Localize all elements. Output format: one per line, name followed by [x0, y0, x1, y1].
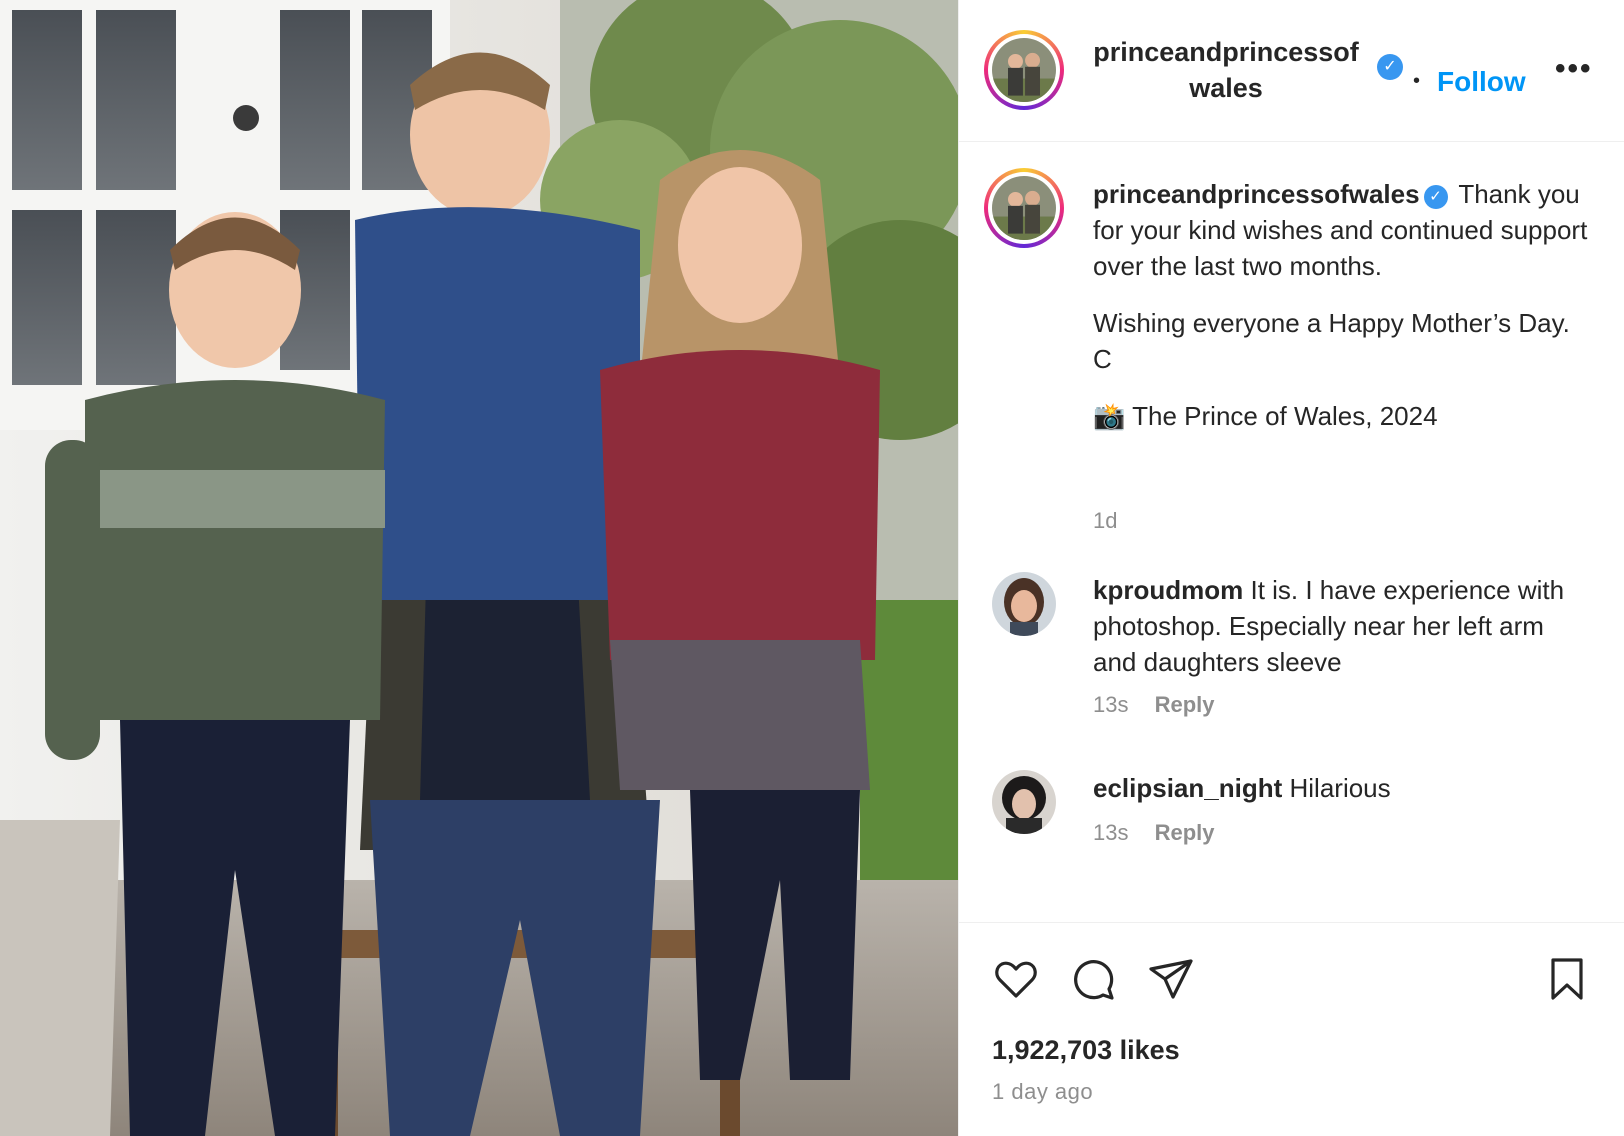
comment-time: 13s	[1093, 820, 1129, 845]
bookmark-icon[interactable]	[1543, 955, 1591, 1003]
comment-body: Hilarious	[1289, 773, 1391, 803]
caption-credit: The Prince of Wales, 2024	[1132, 401, 1438, 431]
post-photo[interactable]	[0, 0, 958, 1136]
family-photo-image	[0, 0, 958, 1136]
caption-paragraph-2: Wishing everyone a Happy Mother’s Day. C	[1093, 308, 1570, 374]
comment-meta: 13s Reply	[1093, 820, 1215, 846]
follow-button[interactable]: Follow	[1437, 66, 1526, 98]
post-side-panel: princeandprincessof wales ✓ • Follow •••	[958, 0, 1624, 1136]
separator-dot: •	[1413, 70, 1421, 92]
post-header: princeandprincessof wales ✓ • Follow •••	[959, 0, 1624, 142]
caption-paragraph-3: 📸 The Prince of Wales, 2024	[1093, 398, 1588, 434]
comment-time: 13s	[1093, 692, 1129, 717]
reply-button[interactable]: Reply	[1155, 820, 1215, 845]
caption-text: princeandprincessofwales ✓ Thank you for …	[1093, 176, 1588, 434]
caption-avatar-image	[992, 176, 1056, 240]
comment-meta: 13s Reply	[1093, 692, 1215, 718]
caption-avatar[interactable]	[984, 168, 1064, 248]
commenter-avatar[interactable]	[992, 572, 1056, 636]
header-username-line2: wales	[1189, 73, 1263, 103]
comment-icon[interactable]	[1069, 955, 1117, 1003]
caption-username[interactable]: princeandprincessofwales	[1093, 179, 1420, 209]
avatar-image	[992, 38, 1056, 102]
post-actions: 1,922,703 likes 1 day ago	[959, 922, 1624, 1136]
likes-count[interactable]: 1,922,703 likes	[992, 1035, 1180, 1066]
header-username-line1: princeandprincessof	[1093, 37, 1359, 67]
comment-username[interactable]: kproudmom	[1093, 575, 1243, 605]
post-timestamp[interactable]: 1 day ago	[992, 1079, 1093, 1105]
caption-timestamp[interactable]: 1d	[1093, 508, 1117, 534]
reply-button[interactable]: Reply	[1155, 692, 1215, 717]
comment-text: kproudmom It is. I have experience with …	[1093, 572, 1593, 680]
header-username[interactable]: princeandprincessof wales	[1086, 34, 1366, 106]
commenter-avatar[interactable]	[992, 770, 1056, 834]
comment-username[interactable]: eclipsian_night	[1093, 773, 1282, 803]
camera-emoji-icon: 📸	[1093, 401, 1126, 431]
comment-text: eclipsian_night Hilarious	[1093, 770, 1593, 806]
share-icon[interactable]	[1147, 955, 1195, 1003]
caption-verified-badge-icon: ✓	[1423, 185, 1448, 209]
more-options-icon[interactable]: •••	[1555, 52, 1593, 86]
profile-avatar[interactable]	[984, 30, 1064, 110]
heart-icon[interactable]	[992, 955, 1040, 1003]
verified-badge-icon: ✓	[1377, 54, 1403, 80]
